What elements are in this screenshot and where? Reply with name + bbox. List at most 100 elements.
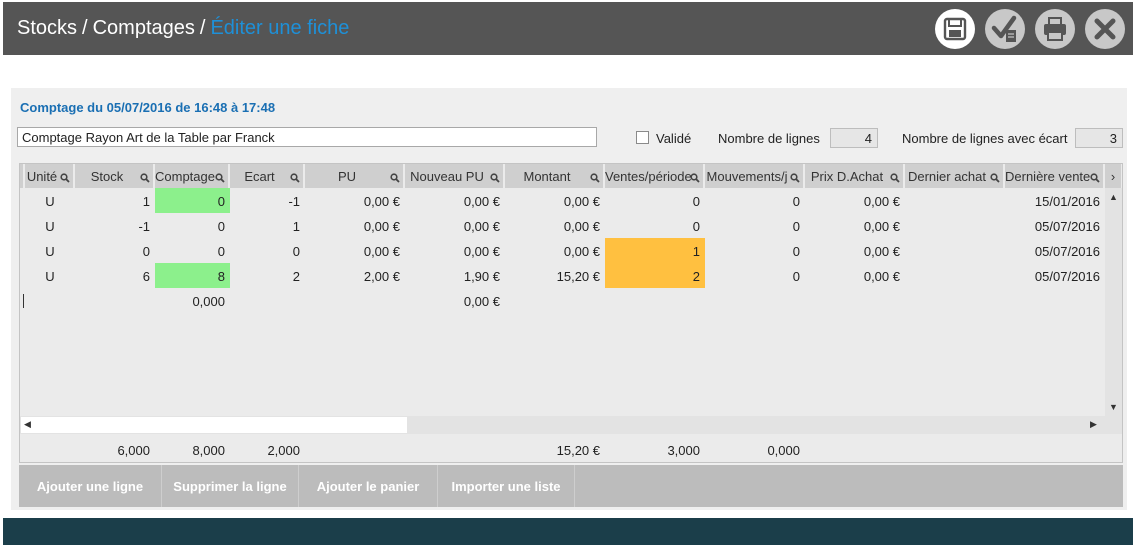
cell-derniere-vente[interactable]: 15/01/2016 [1005,188,1105,213]
cell-ecart[interactable]: 2 [230,263,305,288]
horizontal-scroll-thumb[interactable] [21,417,407,433]
search-icon[interactable] [215,171,225,183]
search-icon[interactable] [140,171,150,183]
cell-prix-d-achat[interactable]: 0,00 € [805,263,905,288]
cell-ventes-periode[interactable]: 1 [605,238,705,263]
save-button[interactable] [935,9,975,49]
search-icon[interactable] [490,171,500,183]
cell-montant[interactable]: 0,00 € [505,238,605,263]
search-icon[interactable] [60,171,70,183]
cell-montant[interactable]: 0,00 € [505,213,605,238]
cell-stock[interactable]: 0 [75,238,155,263]
cell-nouveau-pu[interactable]: 0,00 € [405,288,505,313]
column-header-dernier-achat[interactable]: Dernier achat [905,164,1005,188]
cell-dernier-achat[interactable] [905,263,1005,288]
cell-comptage[interactable]: 0 [155,213,230,238]
cell-dernier-achat[interactable] [905,238,1005,263]
cell-comptage[interactable]: 0,000 [155,288,230,313]
cell-dernier-achat[interactable] [905,188,1005,213]
cell-pu[interactable]: 0,00 € [305,213,405,238]
column-header-nouveau-pu[interactable]: Nouveau PU [405,164,505,188]
scroll-down-icon[interactable]: ▼ [1109,402,1118,412]
cell-dernier-achat[interactable] [905,213,1005,238]
cell-nouveau-pu[interactable]: 0,00 € [405,213,505,238]
search-icon[interactable] [290,171,300,183]
search-icon[interactable] [790,171,800,183]
cell-mouvements-j[interactable]: 0 [705,238,805,263]
column-header-stock[interactable]: Stock [75,164,155,188]
table-row[interactable]: U 0 0 0 0,00 €0,00 €0,00 €1 0 0,00 €05/07/2016 [20,238,1105,263]
table-row[interactable]: 0,000 0,00 € [20,288,1105,313]
search-icon[interactable] [990,171,1000,183]
cell-mouvements-j[interactable]: 0 [705,213,805,238]
add-cart-button[interactable]: Ajouter le panier [299,465,438,507]
column-header-prix-d-achat[interactable]: Prix D.Achat [805,164,905,188]
cell-comptage[interactable]: 0 [155,238,230,263]
table-row[interactable]: U 6 8 2 2,00 €1,90 €15,20 €2 0 0,00 €05/07/201… [20,263,1105,288]
cell-derniere-vente[interactable]: 05/07/2016 [1005,238,1105,263]
cell-prix-d-achat[interactable]: 0,00 € [805,213,905,238]
scroll-up-icon[interactable]: ▲ [1109,192,1118,202]
cell-stock[interactable]: -1 [75,213,155,238]
column-header-ventes-periode[interactable]: Ventes/période [605,164,705,188]
cell-derniere-vente[interactable]: 05/07/2016 [1005,213,1105,238]
cell-derniere-vente[interactable]: 05/07/2016 [1005,263,1105,288]
search-icon[interactable] [690,171,700,183]
cell-unite[interactable]: U [25,238,75,263]
cell-prix-d-achat[interactable]: 0,00 € [805,238,905,263]
column-header-mouvements-j[interactable]: Mouvements/j [705,164,805,188]
add-line-button[interactable]: Ajouter une ligne [19,465,162,507]
cell-mouvements-j[interactable]: 0 [705,263,805,288]
column-header-montant[interactable]: Montant [505,164,605,188]
cell-stock[interactable]: 6 [75,263,155,288]
comptage-name-input[interactable] [17,127,597,147]
print-button[interactable] [1035,9,1075,49]
valide-label[interactable]: Validé [656,131,691,146]
import-list-button[interactable]: Importer une liste [438,465,575,507]
cell-prix-d-achat[interactable] [805,288,905,313]
column-header-ecart[interactable]: Ecart [230,164,305,188]
cell-unite[interactable]: U [25,263,75,288]
delete-line-button[interactable]: Supprimer la ligne [162,465,299,507]
horizontal-scrollbar[interactable]: ◀ ▶ [20,416,1122,434]
column-header-unite[interactable]: Unité [25,164,75,188]
cell-montant[interactable] [505,288,605,313]
column-header-scroll-right[interactable]: › [1105,164,1122,188]
cell-stock[interactable] [75,288,155,313]
cell-montant[interactable]: 15,20 € [505,263,605,288]
cell-nouveau-pu[interactable]: 0,00 € [405,188,505,213]
column-header-comptage[interactable]: Comptage [155,164,230,188]
search-icon[interactable] [890,171,900,183]
cell-prix-d-achat[interactable]: 0,00 € [805,188,905,213]
cell-pu[interactable]: 2,00 € [305,263,405,288]
cell-pu[interactable]: 0,00 € [305,238,405,263]
cell-ventes-periode[interactable] [605,288,705,313]
cell-mouvements-j[interactable]: 0 [705,188,805,213]
close-button[interactable] [1085,9,1125,49]
validate-button[interactable] [985,9,1025,49]
cell-montant[interactable]: 0,00 € [505,188,605,213]
cell-nouveau-pu[interactable]: 0,00 € [405,238,505,263]
cell-stock[interactable]: 1 [75,188,155,213]
cell-ecart[interactable] [230,288,305,313]
scroll-right-icon[interactable]: ▶ [1090,419,1097,430]
cell-ecart[interactable]: -1 [230,188,305,213]
breadcrumb-comptages[interactable]: Comptages [93,17,195,39]
cell-dernier-achat[interactable] [905,288,1005,313]
column-header-derniere-vente[interactable]: Dernière vente [1005,164,1105,188]
cell-mouvements-j[interactable] [705,288,805,313]
cell-pu[interactable] [305,288,405,313]
cell-unite[interactable]: U [25,188,75,213]
search-icon[interactable] [590,171,600,183]
table-row[interactable]: U 1 0 -1 0,00 €0,00 €0,00 €0 0 0,00 €15/01/201… [20,188,1105,213]
cell-nouveau-pu[interactable]: 1,90 € [405,263,505,288]
cell-ventes-periode[interactable]: 0 [605,213,705,238]
cell-unite[interactable] [25,288,75,313]
search-icon[interactable] [390,171,400,183]
cell-pu[interactable]: 0,00 € [305,188,405,213]
cell-ecart[interactable]: 1 [230,213,305,238]
vertical-scrollbar[interactable]: ▲ ▼ [1105,188,1122,416]
valide-checkbox[interactable] [636,131,649,144]
cell-ventes-periode[interactable]: 2 [605,263,705,288]
cell-unite[interactable]: U [25,213,75,238]
